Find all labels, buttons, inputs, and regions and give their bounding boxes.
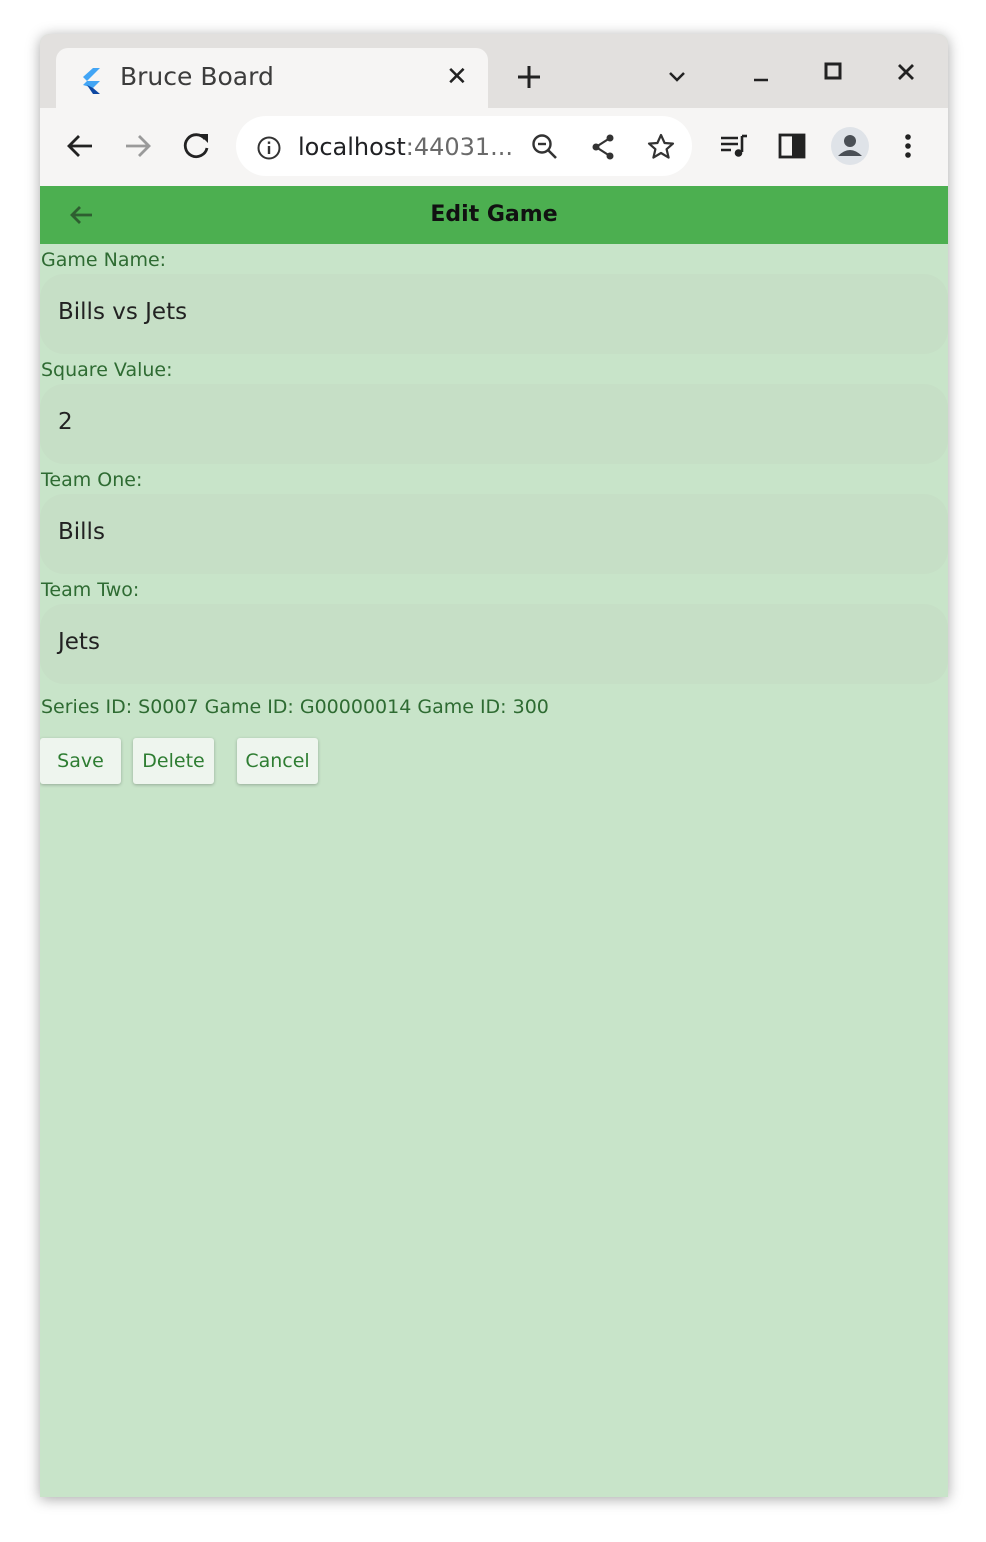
page-title: Edit Game: [430, 202, 558, 227]
tab-strip: Bruce Board ✕: [40, 34, 948, 108]
reload-icon[interactable]: [178, 128, 214, 164]
close-tab-icon[interactable]: ✕: [446, 62, 468, 92]
more-vert-icon[interactable]: [892, 130, 924, 162]
address-bar[interactable]: localhost:44031...: [236, 116, 692, 176]
game-name-value[interactable]: Bills vs Jets: [58, 299, 187, 325]
minimize-icon[interactable]: [748, 66, 774, 92]
delete-button[interactable]: Delete: [133, 738, 214, 784]
save-button[interactable]: Save: [40, 738, 121, 784]
game-name-input[interactable]: Bills vs Jets: [40, 274, 948, 354]
forward-icon[interactable]: [120, 128, 156, 164]
chevron-down-icon[interactable]: [664, 64, 690, 90]
share-icon[interactable]: [588, 132, 618, 162]
zoom-out-icon[interactable]: [530, 132, 560, 162]
profile-avatar-icon[interactable]: [830, 126, 870, 166]
team-one-value[interactable]: Bills: [58, 519, 105, 545]
square-value-input[interactable]: 2: [40, 384, 948, 464]
close-window-icon[interactable]: [892, 58, 920, 86]
cancel-button[interactable]: Cancel: [237, 738, 318, 784]
tab-bruce-board[interactable]: Bruce Board ✕: [56, 48, 488, 108]
team-two-input[interactable]: Jets: [40, 604, 948, 684]
info-icon[interactable]: [256, 135, 282, 161]
team-one-label: Team One:: [41, 469, 143, 491]
game-name-label: Game Name:: [41, 249, 167, 271]
browser-window: Bruce Board ✕ localhost:44031... Edit Ga…: [40, 34, 948, 1497]
maximize-icon[interactable]: [822, 60, 844, 82]
flutter-icon: [83, 68, 100, 94]
app-bar: Edit Game: [40, 186, 948, 244]
new-tab-icon[interactable]: [514, 62, 544, 92]
tab-title: Bruce Board: [120, 62, 274, 91]
team-two-label: Team Two:: [41, 579, 140, 601]
ids-info-text: Series ID: S0007 Game ID: G00000014 Game…: [41, 696, 549, 718]
browser-toolbar: localhost:44031...: [40, 108, 948, 187]
team-two-value[interactable]: Jets: [58, 629, 100, 655]
media-control-icon[interactable]: [718, 130, 750, 162]
url-text[interactable]: localhost:44031...: [298, 133, 513, 161]
team-one-input[interactable]: Bills: [40, 494, 948, 574]
square-value-value[interactable]: 2: [58, 409, 73, 435]
star-icon[interactable]: [646, 132, 676, 162]
side-panel-icon[interactable]: [776, 130, 808, 162]
square-value-label: Square Value:: [41, 359, 173, 381]
back-icon[interactable]: [62, 128, 98, 164]
